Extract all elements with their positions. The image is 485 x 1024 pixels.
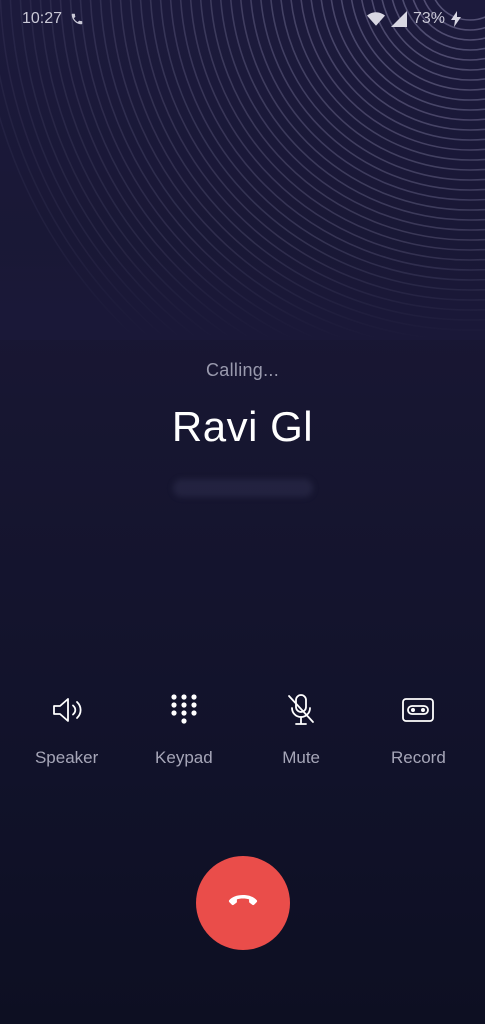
call-controls: Speaker Keypad Mute Record: [0, 688, 485, 768]
status-bar-left: 10:27: [22, 10, 84, 28]
status-bar: 10:27 73%: [0, 0, 485, 38]
decorative-arcs-background: [0, 0, 485, 340]
speaker-button[interactable]: Speaker: [11, 688, 123, 768]
record-button[interactable]: Record: [362, 688, 474, 768]
end-call-icon: [228, 894, 258, 913]
call-info: Calling... Ravi Gl: [0, 360, 485, 497]
mute-button[interactable]: Mute: [245, 688, 357, 768]
contact-number-redacted: [172, 479, 313, 497]
phone-call-icon: [70, 12, 84, 26]
status-time: 10:27: [22, 10, 63, 27]
keypad-label: Keypad: [155, 748, 213, 767]
call-status: Calling...: [205, 360, 280, 380]
status-bar-right: 73%: [366, 10, 461, 28]
contact-name: Ravi Gl: [171, 403, 314, 450]
keypad-button[interactable]: Keypad: [128, 688, 240, 768]
speaker-label: Speaker: [34, 748, 99, 767]
charging-icon: [451, 11, 461, 27]
end-call-button[interactable]: [196, 856, 290, 950]
wifi-icon: [366, 12, 385, 26]
record-icon: [396, 688, 440, 732]
mute-icon: [279, 688, 323, 732]
speaker-icon: [45, 688, 89, 732]
mute-label: Mute: [282, 748, 321, 767]
battery-percent: 73%: [412, 10, 445, 27]
keypad-icon: [162, 688, 206, 732]
record-label: Record: [390, 748, 446, 767]
signal-icon: [390, 11, 407, 27]
